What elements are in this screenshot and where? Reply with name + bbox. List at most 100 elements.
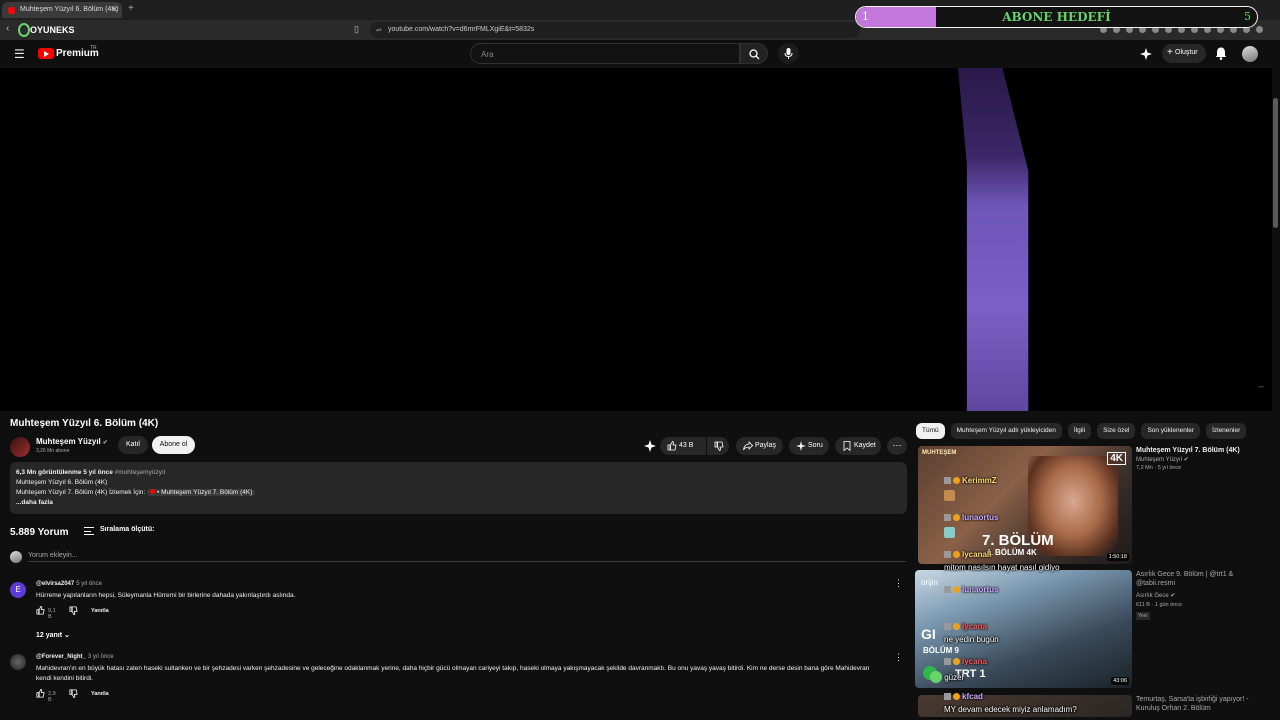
search-input[interactable]: Ara (470, 43, 740, 64)
youtube-logo-icon[interactable] (38, 48, 54, 59)
site-info-icon[interactable]: ⇌ (376, 26, 382, 34)
comment-like-icon[interactable] (36, 689, 45, 698)
chip-from-uploader[interactable]: Muhteşem Yüzyıl adlı yükleyiciden (950, 423, 1062, 439)
chip-all[interactable]: Tümü (916, 423, 945, 439)
replies-count[interactable]: 12 yanıt (36, 632, 62, 639)
upload-age: 5 yıl önce (83, 469, 113, 476)
video-title: Muhteşem Yüzyıl 6. Bölüm (4K) (10, 418, 159, 429)
chat-badge-icon (953, 514, 960, 521)
back-icon[interactable]: ‹ (6, 23, 9, 34)
video-player[interactable]: ▪▪▪▪ (0, 68, 1272, 411)
thumbnail-4k-badge: 4K (1107, 452, 1126, 465)
hashtag-link[interactable]: #muhteşemyüzyıl (115, 469, 166, 476)
page-scrollbar[interactable] (1272, 68, 1280, 720)
chip-recently-uploaded[interactable]: Son yüklenenler (1141, 423, 1201, 439)
chip-for-you[interactable]: Size özel (1097, 423, 1136, 439)
video-title-link[interactable]: Asırlık Gece 9. Bölüm | @trt1 & @tabii.r… (1136, 570, 1266, 588)
video-channel-name[interactable]: Muhteşem Yüzyıl (1136, 457, 1182, 463)
subscribe-button[interactable]: Abone ol (152, 436, 195, 454)
comment-time[interactable]: 3 yıl önce (88, 654, 114, 660)
chat-badge-icon (953, 693, 960, 700)
player-watermark: ▪▪▪▪ (1258, 384, 1264, 389)
dislike-button[interactable] (707, 437, 729, 455)
close-tab-icon[interactable]: ✕ (111, 5, 118, 14)
scrollbar-thumb[interactable] (1273, 98, 1278, 228)
chat-username: lunaortus (962, 585, 999, 594)
channel-name-text[interactable]: Muhteşem Yüzyıl (36, 437, 101, 446)
sparkle-icon[interactable] (1140, 48, 1152, 60)
video-channel: Asırlık Gece ✔ (1136, 592, 1175, 599)
view-replies-button[interactable]: 12 yanıt ⌄ (36, 631, 70, 639)
chat-text: ne yedin bugün (944, 635, 999, 644)
save-button[interactable]: Kaydet (835, 437, 881, 455)
comment-dislike-icon[interactable] (69, 689, 78, 698)
more-actions-button[interactable]: ⋯ (887, 437, 907, 455)
search-button[interactable] (740, 43, 768, 64)
ask-label: Soru (808, 442, 823, 449)
add-comment-input[interactable]: Yorum ekleyin... (28, 552, 906, 562)
comment-dislike-icon[interactable] (69, 606, 78, 615)
next-episode-link[interactable]: • Muhteşem Yüzyıl 7. Bölüm (4K) (147, 489, 256, 496)
comment-menu-icon[interactable]: ⋮ (894, 578, 903, 589)
new-tab-icon[interactable]: + (128, 3, 134, 14)
chat-text: mitom nasılsın hayat nasıl gidiyo (944, 563, 1060, 572)
comment-text: Hürreme yapılanların hepsi, Süleymanla H… (36, 592, 296, 599)
sparkle-action-icon[interactable] (644, 440, 656, 452)
ask-button[interactable]: Soru (789, 437, 829, 455)
browser-menu-icon[interactable] (1256, 26, 1263, 33)
video-description[interactable]: 6,3 Mn görüntülenme 5 yıl önce #muhteşem… (10, 462, 907, 514)
video-title-link[interactable]: Muhteşem Yüzyıl 7. Bölüm (4K) (1136, 446, 1266, 455)
comment-author-name[interactable]: @Forever_Night_ (36, 654, 86, 660)
show-more-link[interactable]: ...daha fazla (16, 498, 901, 508)
comment-author: @elvirsa2047 5 yıl önce (36, 581, 102, 587)
chat-badge-icon (953, 586, 960, 593)
comment-like-icon[interactable] (36, 606, 45, 615)
comment-reply-button[interactable]: Yanıtla (91, 691, 109, 697)
description-meta: 6,3 Mn görüntülenme 5 yıl önce #muhteşem… (16, 468, 901, 478)
comment-author-name[interactable]: @elvirsa2047 (36, 581, 74, 587)
notifications-bell-icon[interactable] (1215, 47, 1227, 60)
sparkle-small-icon (796, 441, 806, 451)
voice-search-button[interactable] (778, 43, 799, 64)
create-button[interactable]: + Oluştur (1162, 44, 1206, 63)
url-field[interactable]: ⇌ youtube.com/watch?v=d6mrFMLXgiE&t=5832… (370, 22, 860, 38)
video-channel-name[interactable]: Asırlık Gece (1136, 593, 1169, 599)
verified-icon: ✔ (1170, 593, 1176, 599)
stream-chat-overlay: KerimmZ lunaortus lycanall mitom nasılsı… (930, 470, 1134, 720)
chat-badge-icon (953, 658, 960, 665)
comment-time[interactable]: 5 yıl önce (76, 581, 102, 587)
chat-badge-icon (953, 477, 960, 484)
chat-emote-icon (944, 490, 955, 501)
comment-reply-button[interactable]: Yanıtla (91, 608, 109, 614)
chat-message: lunaortus (944, 585, 998, 594)
join-button[interactable]: Katıl (118, 436, 148, 454)
comment-menu-icon[interactable]: ⋮ (894, 652, 903, 663)
share-button[interactable]: Paylaş (736, 437, 783, 455)
video-title-link[interactable]: Temurtaş, Sarsa'ta işbirliği yapıyor! - … (1136, 695, 1266, 713)
like-count: 43 B (679, 442, 694, 449)
thumbnail-channel-tag: MUHTEŞEM (922, 450, 957, 456)
description-line: Muhteşem Yüzyıl 6. Bölüm (4K) (16, 479, 108, 486)
chat-message: lycana (944, 657, 987, 666)
commenter-avatar[interactable] (10, 654, 26, 670)
chat-text: MY devam edecek miyiz anlamadım? (944, 705, 1077, 714)
search-icon (749, 49, 760, 60)
sort-comments-button[interactable]: Sıralama ölçütü: (84, 526, 154, 535)
region-label: TR (90, 45, 97, 51)
commenter-avatar[interactable]: E (10, 582, 26, 598)
bookmark-icon[interactable]: ▯ (354, 24, 359, 35)
menu-icon[interactable]: ☰ (14, 47, 25, 61)
account-avatar[interactable] (1242, 46, 1258, 62)
chat-badge-icon (944, 693, 951, 700)
channel-name[interactable]: Muhteşem Yüzyıl ✔ (36, 437, 108, 446)
channel-avatar[interactable] (10, 437, 30, 457)
chat-message: MY devam edecek miyiz anlamadım? (944, 705, 1077, 714)
chip-related[interactable]: İlgili (1067, 423, 1092, 439)
next-episode-link-text[interactable]: • Muhteşem Yüzyıl 7. Bölüm (4K) (157, 489, 252, 496)
chip-watched[interactable]: İzlenenler (1206, 423, 1247, 439)
browser-tab[interactable]: Muhteşem Yüzyıl 6. Bölüm (4K) ✕ (2, 2, 122, 18)
like-button[interactable]: 43 B (660, 437, 706, 455)
description-line: Muhteşem Yüzyıl 7. Bölüm (4K) İzlemek İç… (16, 488, 901, 498)
chat-message: lunaortus (944, 513, 998, 522)
chat-text: güzel (944, 673, 964, 682)
